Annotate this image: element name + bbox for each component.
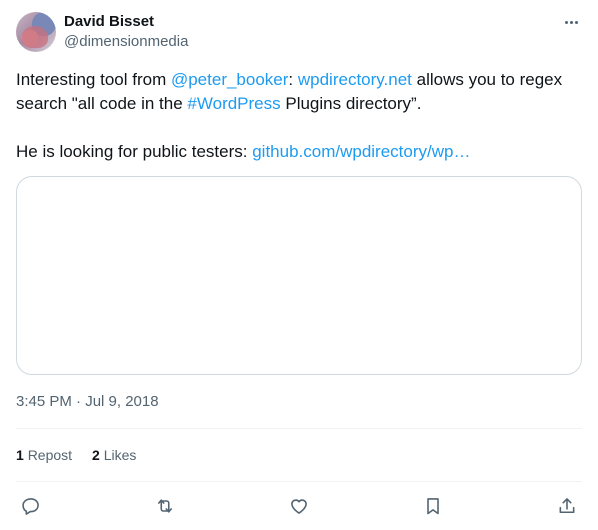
share-icon[interactable] (556, 495, 578, 517)
reposts-label: Repost (27, 447, 73, 463)
likes-stat[interactable]: 2 Likes (92, 447, 136, 463)
tweet-text: Interesting tool from @peter_booker: wpd… (16, 68, 582, 164)
text-segment: Plugins directory”. (280, 94, 422, 113)
avatar[interactable] (16, 12, 56, 52)
mention-link[interactable]: @peter_booker (171, 70, 288, 89)
reposts-count: 1 (16, 447, 24, 463)
like-icon[interactable] (288, 495, 310, 517)
url-link[interactable]: wpdirectory.net (298, 70, 412, 89)
display-name[interactable]: David Bisset (64, 13, 188, 31)
github-link[interactable]: github.com/wpdirectory/wp… (252, 142, 470, 161)
tweet-header: David Bisset @dimensionmedia (16, 12, 582, 52)
action-bar (16, 482, 582, 530)
link-card[interactable] (16, 176, 582, 375)
likes-count: 2 (92, 447, 100, 463)
likes-label: Likes (103, 447, 137, 463)
handle[interactable]: @dimensionmedia (64, 32, 188, 52)
bookmark-icon[interactable] (422, 495, 444, 517)
reposts-stat[interactable]: 1 Repost (16, 447, 72, 463)
timestamp[interactable]: 3:45 PM · Jul 9, 2018 (16, 392, 582, 412)
reply-icon[interactable] (20, 495, 42, 517)
text-segment: He is looking for public testers: (16, 142, 253, 161)
text-segment: Interesting tool from (16, 70, 171, 89)
more-icon[interactable] (560, 12, 582, 32)
engagement-stats: 1 Repost 2 Likes (16, 429, 582, 481)
tweet: David Bisset @dimensionmedia Interesting… (16, 12, 582, 530)
retweet-icon[interactable] (154, 495, 176, 517)
author-names: David Bisset @dimensionmedia (64, 13, 188, 52)
text-segment: : (288, 70, 298, 89)
hashtag-link[interactable]: #WordPress (187, 94, 280, 113)
